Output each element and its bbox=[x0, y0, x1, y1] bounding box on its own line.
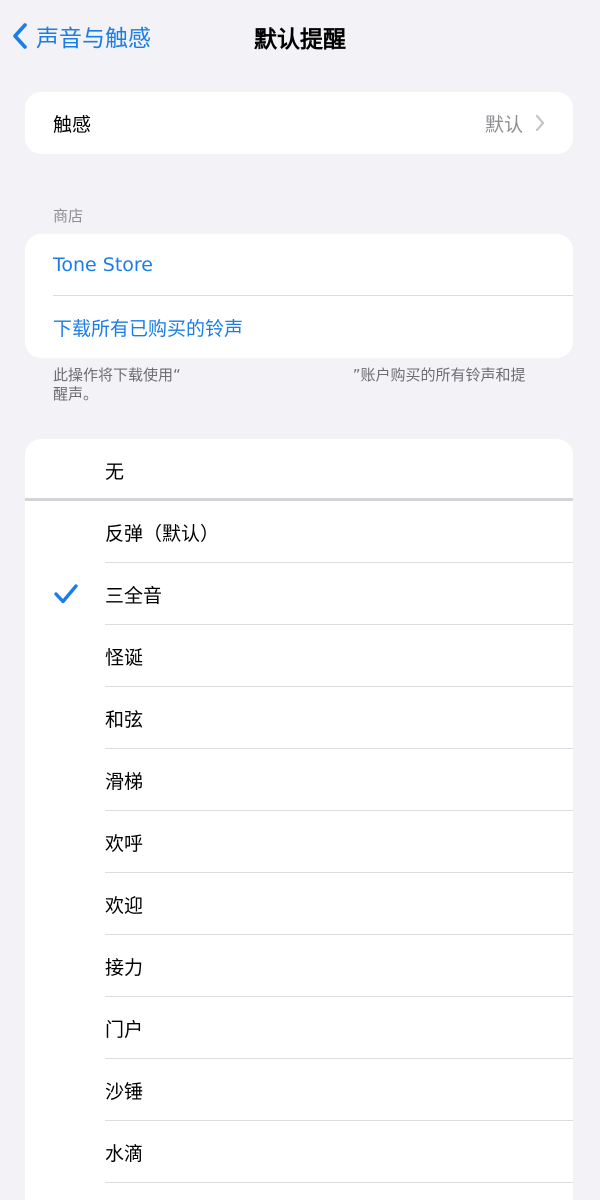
tone-row-none[interactable]: 无 bbox=[25, 439, 573, 501]
tone-label: 水滴 bbox=[105, 1142, 144, 1165]
tone-row[interactable]: 三全音 bbox=[25, 563, 573, 625]
tone-label: 沙锤 bbox=[105, 1080, 144, 1103]
store-card: Tone Store 下载所有已购买的铃声 bbox=[25, 234, 573, 358]
tone-label: 反弹（默认） bbox=[105, 522, 220, 545]
tone-row[interactable]: 反弹（默认） bbox=[25, 501, 573, 563]
tone-row[interactable]: 怪诞 bbox=[25, 625, 573, 687]
tone-label: 欢迎 bbox=[105, 894, 144, 917]
haptics-value: 默认 bbox=[484, 113, 523, 136]
tone-row[interactable]: 接力 bbox=[25, 935, 573, 997]
tone-row[interactable]: 门户 bbox=[25, 997, 573, 1059]
tone-label: 滑梯 bbox=[105, 770, 144, 793]
store-section-label: 商店 bbox=[53, 207, 84, 225]
tone-label: 无 bbox=[105, 460, 125, 483]
tone-row[interactable]: 沙锤 bbox=[25, 1059, 573, 1121]
tone-row[interactable]: 和弦 bbox=[25, 687, 573, 749]
tone-row[interactable]: 欢迎 bbox=[25, 873, 573, 935]
haptics-label: 触感 bbox=[53, 113, 92, 136]
download-all-label: 下载所有已购买的铃声 bbox=[53, 317, 244, 340]
haptics-value-group: 默认 bbox=[485, 92, 545, 154]
tone-row[interactable]: 水滴 bbox=[25, 1121, 573, 1183]
navigation-bar: 声音与触感 默认提醒 bbox=[0, 0, 600, 72]
tone-store-link[interactable]: Tone Store bbox=[25, 234, 573, 296]
tone-label: 三全音 bbox=[105, 584, 163, 607]
haptics-card: 触感 默认 bbox=[25, 92, 573, 154]
chevron-right-icon bbox=[535, 114, 545, 132]
tone-row[interactable]: 欢呼 bbox=[25, 811, 573, 873]
tone-label: 门户 bbox=[105, 1018, 144, 1041]
tone-label: 欢呼 bbox=[105, 832, 144, 855]
default-alert-settings-screen: 声音与触感 默认提醒 触感 默认 商店 Tone Store 下载所有已购买的铃… bbox=[0, 0, 600, 1200]
tone-store-label: Tone Store bbox=[53, 254, 153, 276]
download-all-purchased-link[interactable]: 下载所有已购买的铃声 bbox=[25, 296, 573, 358]
page-title: 默认提醒 bbox=[254, 27, 346, 53]
tone-label: 接力 bbox=[105, 956, 144, 979]
tone-label: 和弦 bbox=[105, 708, 144, 731]
tone-list-card: 无 反弹（默认） 三全音怪诞和弦滑梯欢呼欢迎接力门户沙锤水滴 bbox=[25, 439, 573, 1200]
checkmark-icon bbox=[53, 563, 79, 625]
haptics-row[interactable]: 触感 默认 bbox=[25, 92, 573, 154]
tone-list: 反弹（默认） 三全音怪诞和弦滑梯欢呼欢迎接力门户沙锤水滴 bbox=[25, 501, 573, 1183]
tone-label: 怪诞 bbox=[105, 646, 144, 669]
footnote-text-before: 此操作将下载使用“ bbox=[53, 366, 181, 384]
store-footnote: 此操作将下载使用“ ”账户购买的所有铃声和提醒声。 bbox=[53, 366, 533, 404]
tone-row[interactable]: 滑梯 bbox=[25, 749, 573, 811]
